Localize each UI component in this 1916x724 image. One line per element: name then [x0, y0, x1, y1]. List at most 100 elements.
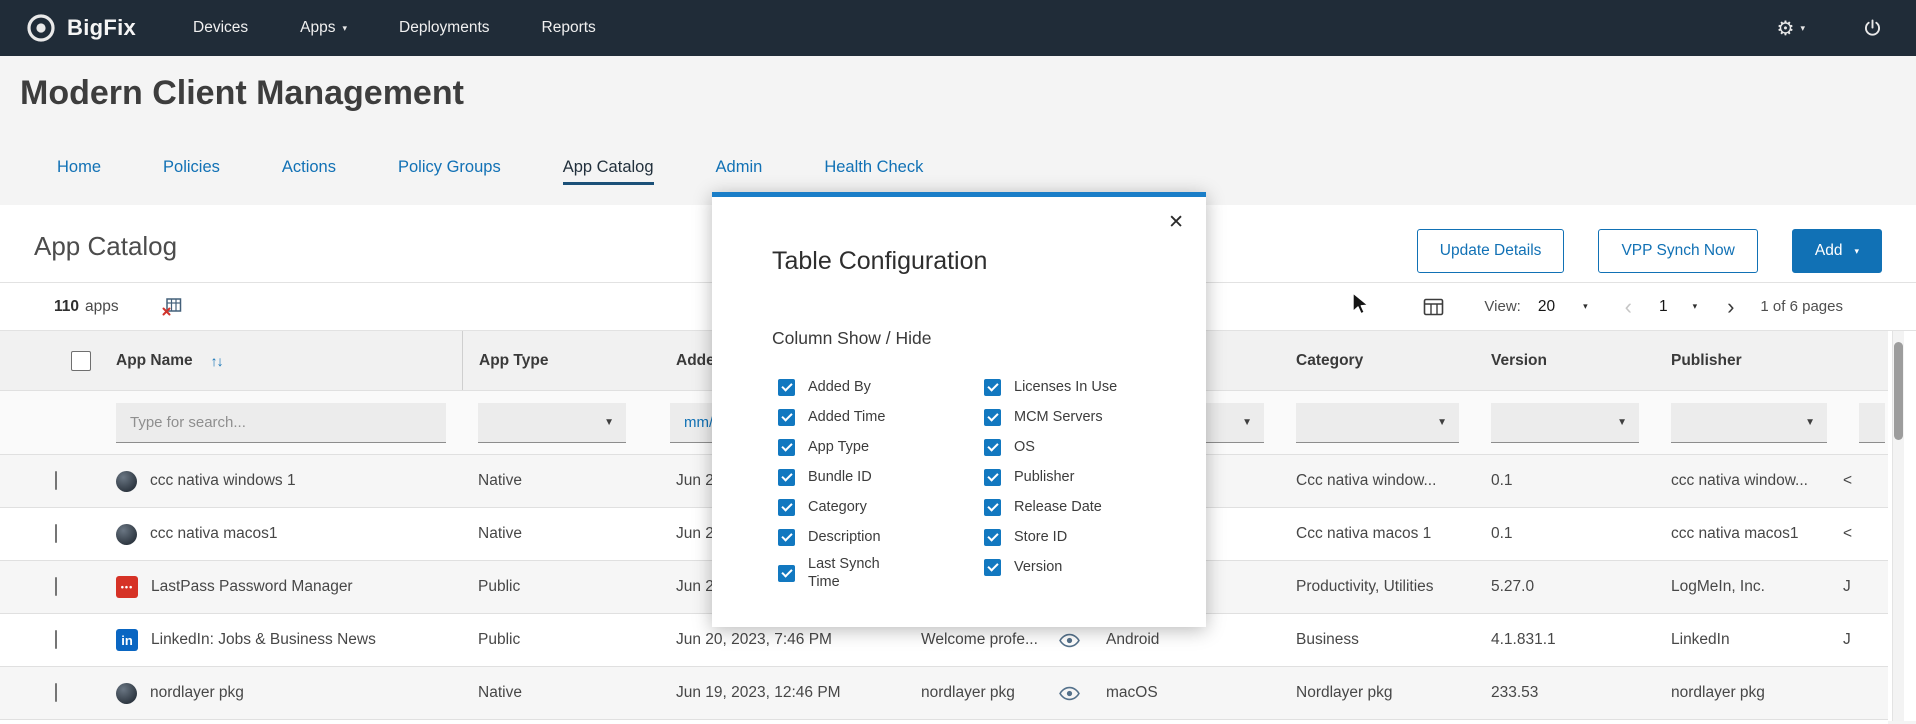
checkbox-checked[interactable]	[778, 565, 795, 582]
brand[interactable]: BigFix	[26, 13, 136, 43]
settings-menu[interactable]: ⚙ ▾	[1777, 16, 1805, 41]
tab-policies[interactable]: Policies	[163, 152, 220, 185]
clear-filters-icon[interactable]	[162, 296, 183, 317]
bigfix-logo-icon	[26, 13, 56, 43]
dialog-subtitle: Column Show / Hide	[772, 328, 932, 349]
row-checkbox[interactable]	[55, 630, 57, 649]
col-header-app-type: App Type	[462, 331, 660, 390]
category-filter-dropdown[interactable]: ▼	[1296, 403, 1459, 443]
table-row[interactable]: nordlayer pkg Native Jun 19, 2023, 12:46…	[0, 667, 1888, 720]
select-all-checkbox[interactable]	[71, 351, 91, 371]
tab-admin[interactable]: Admin	[716, 152, 763, 185]
column-option[interactable]: Licenses In Use	[984, 372, 1117, 402]
page-size-select[interactable]: 20	[1538, 298, 1555, 316]
column-option[interactable]: MCM Servers	[984, 402, 1117, 432]
dropdown-arrow-icon: ▼	[1437, 417, 1447, 428]
table-configuration-dialog: ✕ Table Configuration Column Show / Hide…	[712, 192, 1206, 627]
next-page-button[interactable]: ›	[1727, 297, 1734, 317]
checkbox-checked[interactable]	[778, 529, 795, 546]
row-checkbox[interactable]	[55, 471, 57, 490]
chevron-down-icon: ▾	[1800, 23, 1805, 34]
checkbox-checked[interactable]	[984, 409, 1001, 426]
nav-item-devices[interactable]: Devices	[193, 19, 248, 37]
col-header-version: Version	[1475, 331, 1655, 390]
row-checkbox[interactable]	[55, 683, 57, 702]
col-header-app-name: App Name ↑↓	[100, 331, 462, 390]
column-option[interactable]: Added By	[778, 372, 900, 402]
nav-item-reports[interactable]: Reports	[542, 19, 596, 37]
dropdown-arrow-icon: ▼	[604, 417, 614, 428]
column-option[interactable]: Store ID	[984, 522, 1117, 552]
tab-home[interactable]: Home	[57, 152, 101, 185]
checkbox-checked[interactable]	[984, 559, 1001, 576]
checkbox-checked[interactable]	[778, 439, 795, 456]
chevron-down-icon[interactable]: ▾	[1583, 301, 1588, 312]
dropdown-arrow-icon: ▼	[1242, 417, 1252, 428]
col-header-category: Category	[1280, 331, 1475, 390]
column-options-right: Licenses In Use MCM Servers OS Publisher…	[984, 372, 1117, 582]
column-option[interactable]: Category	[778, 492, 900, 522]
app-icon	[116, 683, 137, 704]
eye-icon[interactable]	[1059, 686, 1080, 701]
column-option[interactable]: Publisher	[984, 462, 1117, 492]
checkbox-checked[interactable]	[984, 439, 1001, 456]
column-option[interactable]: Bundle ID	[778, 462, 900, 492]
column-options-left: Added By Added Time App Type Bundle ID C…	[778, 372, 900, 594]
row-checkbox[interactable]	[55, 524, 57, 543]
checkbox-checked[interactable]	[984, 529, 1001, 546]
checkbox-checked[interactable]	[984, 499, 1001, 516]
column-option[interactable]: Description	[778, 522, 900, 552]
column-settings-icon[interactable]	[1423, 297, 1444, 317]
chevron-down-icon[interactable]: ▾	[1693, 301, 1698, 312]
update-details-button[interactable]: Update Details	[1417, 229, 1565, 273]
page-title: Modern Client Management	[20, 74, 464, 113]
app-icon	[116, 471, 137, 492]
column-option[interactable]: Version	[984, 552, 1117, 582]
vertical-scrollbar[interactable]	[1892, 331, 1904, 721]
checkbox-checked[interactable]	[778, 499, 795, 516]
previous-page-button[interactable]: ‹	[1625, 297, 1632, 317]
extra-filter-dropdown[interactable]	[1859, 403, 1885, 443]
nav-item-deployments[interactable]: Deployments	[399, 19, 489, 37]
row-checkbox[interactable]	[55, 577, 57, 596]
checkbox-checked[interactable]	[778, 379, 795, 396]
checkbox-checked[interactable]	[778, 469, 795, 486]
app-type-filter-dropdown[interactable]: ▼	[478, 403, 626, 443]
add-button[interactable]: Add ▾	[1792, 229, 1882, 273]
page-number-select[interactable]: 1	[1659, 298, 1668, 316]
nav-item-apps[interactable]: Apps▾	[300, 19, 347, 37]
tab-app-catalog[interactable]: App Catalog	[563, 152, 654, 185]
vpp-synch-now-button[interactable]: VPP Synch Now	[1598, 229, 1757, 273]
power-icon[interactable]	[1863, 18, 1882, 38]
toolbar-right: View: 20 ▾ ‹ 1 ▾ › 1 of 6 pages	[1423, 297, 1916, 317]
apps-count: 110 apps	[54, 298, 119, 316]
publisher-filter-dropdown[interactable]: ▼	[1671, 403, 1827, 443]
column-option[interactable]: Release Date	[984, 492, 1117, 522]
tab-actions[interactable]: Actions	[282, 152, 336, 185]
dialog-title: Table Configuration	[772, 247, 987, 276]
sort-arrows-icon[interactable]: ↑↓	[211, 353, 223, 369]
checkbox-checked[interactable]	[984, 379, 1001, 396]
lastpass-icon: •••	[116, 576, 138, 598]
column-option[interactable]: Last Synch Time	[778, 552, 900, 594]
section-title: App Catalog	[34, 231, 177, 262]
view-label: View:	[1484, 298, 1520, 315]
chevron-down-icon: ▾	[343, 23, 348, 34]
top-navbar: BigFix Devices Apps▾ Deployments Reports…	[0, 0, 1916, 56]
version-filter-dropdown[interactable]: ▼	[1491, 403, 1639, 443]
checkbox-checked[interactable]	[778, 409, 795, 426]
column-option[interactable]: App Type	[778, 432, 900, 462]
tab-health-check[interactable]: Health Check	[824, 152, 923, 185]
column-option[interactable]: OS	[984, 432, 1117, 462]
tab-policy-groups[interactable]: Policy Groups	[398, 152, 501, 185]
search-input[interactable]	[116, 403, 446, 443]
close-icon[interactable]: ✕	[1168, 211, 1184, 234]
scrollbar-thumb[interactable]	[1894, 342, 1903, 440]
checkbox-checked[interactable]	[984, 469, 1001, 486]
column-option[interactable]: Added Time	[778, 402, 900, 432]
col-header-publisher: Publisher	[1655, 331, 1843, 390]
eye-icon[interactable]	[1059, 633, 1080, 648]
brand-name: BigFix	[67, 15, 136, 41]
chevron-down-icon: ▾	[1854, 246, 1859, 257]
navbar-right: ⚙ ▾	[1777, 16, 1882, 41]
